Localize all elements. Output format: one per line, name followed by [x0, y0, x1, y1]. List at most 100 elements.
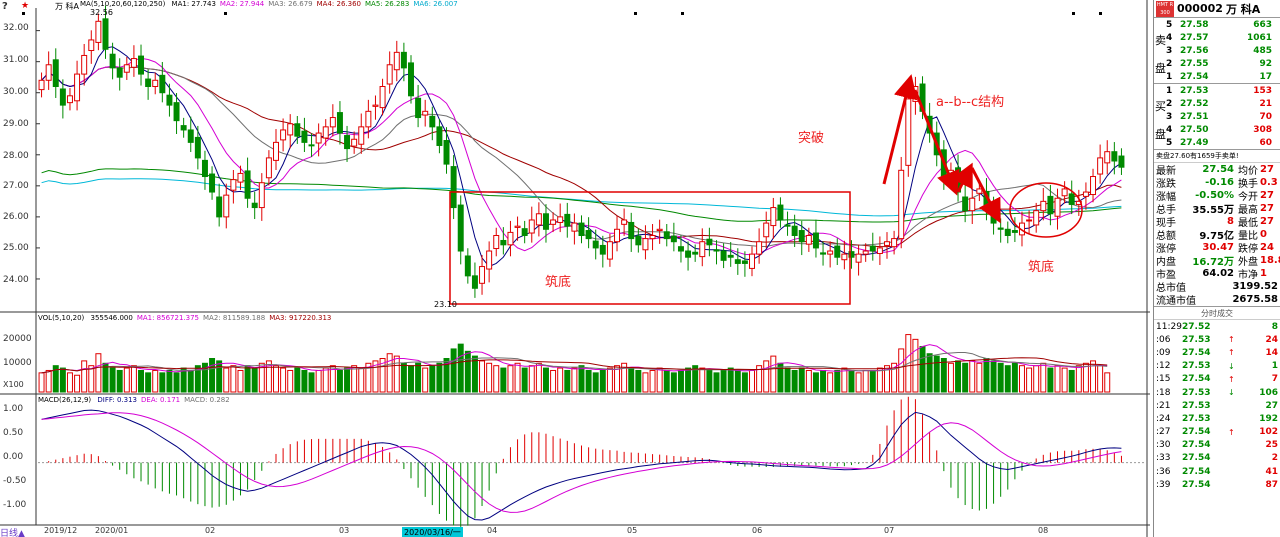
volume-bar [1018, 365, 1025, 393]
candle-body [116, 67, 123, 78]
volume-bar [983, 358, 990, 393]
candle-body [557, 216, 564, 223]
volume-bar [507, 365, 514, 393]
candle-body [486, 250, 493, 270]
volume-bar [180, 367, 187, 393]
vol-value: 355546.000 [90, 314, 133, 322]
candle-body [862, 250, 869, 255]
candle-body [756, 241, 763, 255]
price-axis-label: 32.00 [3, 23, 29, 33]
book-level: 5 [1166, 137, 1173, 148]
vol-value: MA1: 856721.375 [136, 314, 199, 322]
trade-row: :30 27.54 25 [1154, 439, 1280, 452]
ma-legend: MA(5,10,20,60,120,250) MA1: 27.743 MA2: 2… [80, 0, 466, 11]
trade-time: :30 [1156, 440, 1171, 451]
volume-bar [841, 367, 848, 393]
volume-bar [706, 369, 713, 393]
candle-body [734, 259, 741, 264]
volume-bar [990, 360, 997, 393]
float-cap-label: 流通市值 [1156, 296, 1196, 307]
book-volume: 60 [1259, 137, 1272, 148]
help-icon[interactable]: ? [2, 1, 8, 12]
volume-bar [209, 358, 216, 393]
vol-legend: VOL(5,10,20) 355546.000 MA1: 856721.375 MA… [38, 314, 339, 325]
candle-body [265, 157, 272, 179]
trade-row: :39 27.54 87 [1154, 478, 1280, 491]
book-price: 27.57 [1180, 32, 1209, 43]
bid-book: 1 27.53 153 2 27.52 21 3 27.51 70 4 27.50 308 5 27.49… [1154, 84, 1280, 150]
candle-body [102, 18, 109, 50]
candle-body [1040, 200, 1047, 212]
trade-row: :24 27.53 192 [1154, 412, 1280, 425]
candle-body [336, 112, 343, 134]
volume-bar [898, 348, 905, 393]
book-price: 27.53 [1180, 85, 1209, 96]
trade-volume: 7 [1271, 374, 1278, 385]
volume-bar [791, 369, 798, 393]
volume-bar [138, 369, 145, 393]
candle-body [329, 117, 336, 128]
period-tab[interactable]: 日线▲ [0, 526, 25, 537]
star-icon[interactable]: ★ [21, 1, 29, 11]
quote-value: 35.55万 [1192, 205, 1234, 216]
ma-value: MA3: 26.679 [268, 0, 313, 8]
ask-row[interactable]: 2 27.55 92 [1154, 57, 1280, 70]
trade-volume: 102 [1259, 427, 1278, 438]
candle-body [251, 202, 258, 209]
trade-price: 27.54 [1182, 347, 1211, 358]
candle-body [457, 204, 464, 252]
trade-direction-icon: ↑ [1228, 374, 1235, 384]
ask-row[interactable]: 5 27.58 663 [1154, 18, 1280, 31]
ask-row[interactable]: 4 27.57 1061 [1154, 31, 1280, 44]
volume-bar [1004, 365, 1011, 393]
volume-bar [805, 369, 812, 393]
candle-body [692, 251, 699, 255]
candle-body [514, 225, 521, 228]
float-cap-row: 流通市值 2675.58 [1154, 293, 1280, 307]
bid-row[interactable]: 2 27.52 21 [1154, 97, 1280, 110]
macd-axis-label: 0.50 [3, 428, 24, 438]
sell-label: 盘 [1155, 62, 1166, 75]
candle-body [393, 51, 400, 71]
candle-body [542, 213, 549, 230]
candle-body [592, 240, 599, 249]
ask-book: 5 27.58 663 4 27.57 1061 3 27.56 485 2 27.55 92 1 27.… [1154, 18, 1280, 84]
candle-body [777, 204, 784, 221]
vol-value: MA3: 917220.313 [269, 314, 332, 322]
candle-body [727, 254, 734, 258]
quote-value: 27.54 [1202, 164, 1234, 175]
trade-volume: 1 [1271, 361, 1278, 372]
ma-value: MA4: 26.360 [316, 0, 361, 8]
candle-body [66, 95, 73, 104]
volume-bar [741, 372, 748, 393]
candle-body [798, 230, 805, 243]
ask-row[interactable]: 3 27.56 485 [1154, 44, 1280, 57]
volume-bar [223, 367, 230, 393]
candle-body [123, 64, 130, 73]
trades-header[interactable]: 分时成交 [1154, 306, 1280, 320]
candle-body [344, 135, 351, 150]
trade-price: 27.53 [1182, 400, 1211, 411]
candle-body [528, 219, 535, 234]
candle-body [273, 141, 279, 161]
volume-bar [770, 355, 777, 393]
bid-row[interactable]: 4 27.50 308 [1154, 123, 1280, 136]
book-level: 4 [1166, 32, 1173, 43]
ask-row[interactable]: 1 27.54 17 [1154, 70, 1280, 83]
bid-row[interactable]: 5 27.49 60 [1154, 136, 1280, 149]
volume-bar [578, 365, 585, 393]
bid-row[interactable]: 3 27.51 70 [1154, 110, 1280, 123]
volume-bar [415, 362, 422, 393]
candle-body [386, 64, 393, 85]
trade-price: 27.54 [1182, 466, 1211, 477]
volume-bar [1047, 367, 1054, 393]
bid-row[interactable]: 1 27.53 153 [1154, 84, 1280, 97]
chart-area[interactable]: ? ★ 万 科A MA(5,10,20,60,120,250) MA1: 27.… [0, 0, 1150, 537]
trade-row: :27 27.54 ↑ 102 [1154, 426, 1280, 439]
candle-body [656, 228, 663, 232]
kline-chart[interactable] [0, 0, 1150, 537]
vol-value: MA2: 811589.188 [203, 314, 266, 322]
price-axis-label: 29.00 [3, 119, 29, 129]
candle-body [791, 225, 798, 236]
candle-body [415, 97, 422, 119]
